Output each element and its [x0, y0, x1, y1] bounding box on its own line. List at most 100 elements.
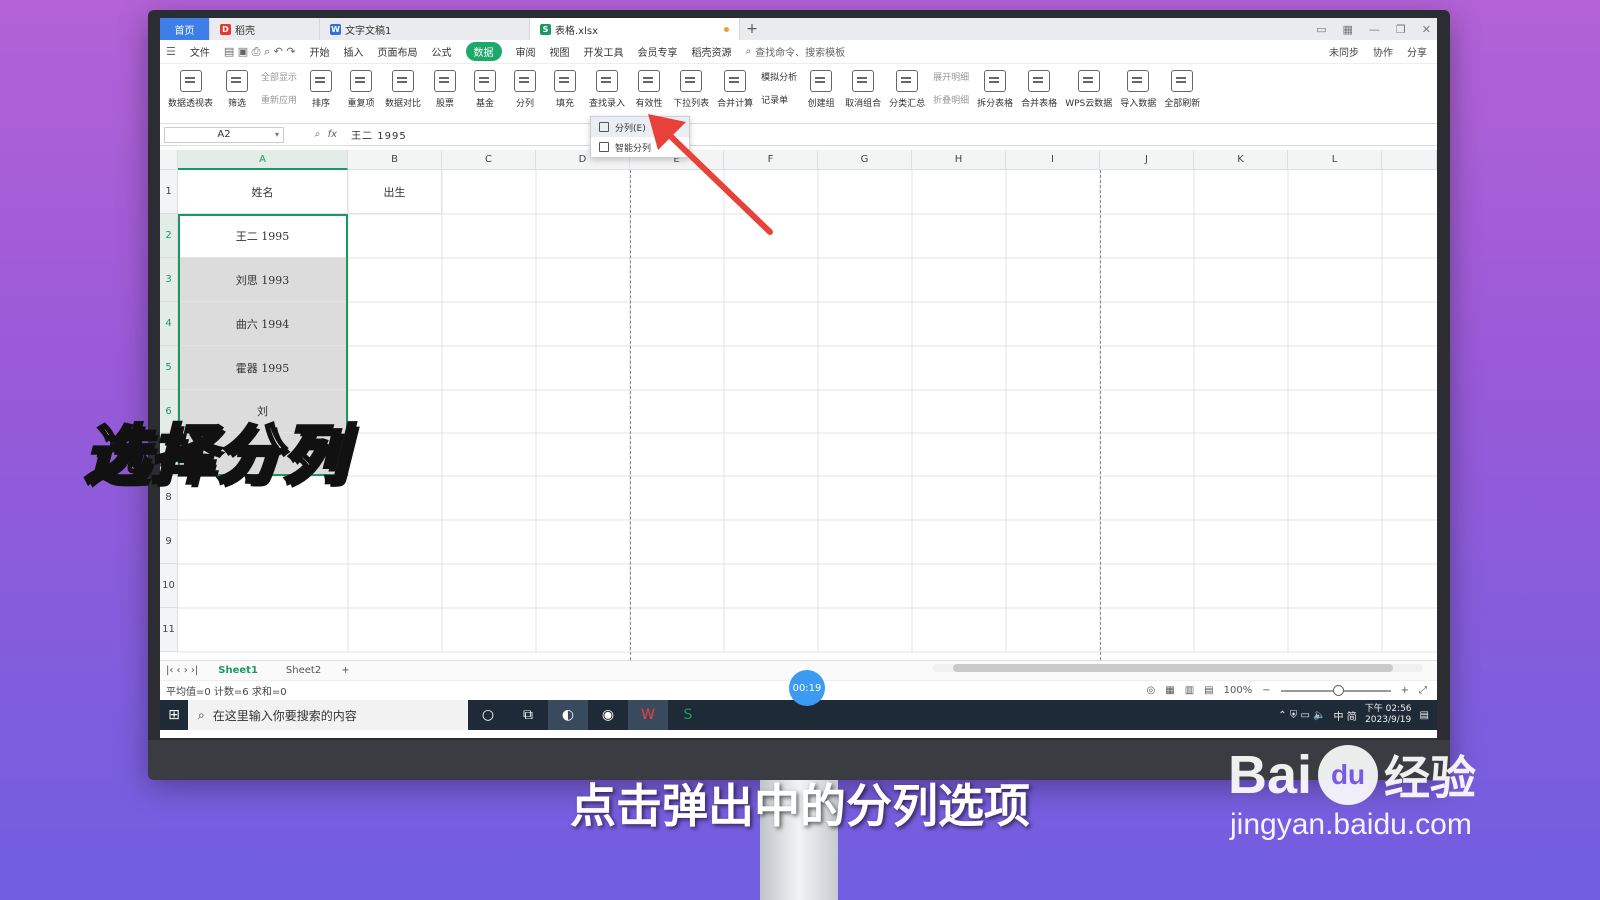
cell-a2[interactable]: 王二 1995: [178, 214, 348, 258]
scrollbar-thumb[interactable]: [953, 664, 1393, 672]
cell-a4[interactable]: 曲六 1994: [178, 302, 348, 346]
fx-button[interactable]: fx: [328, 129, 337, 140]
cell-a1[interactable]: 姓名: [178, 170, 348, 214]
cell-a3[interactable]: 刘思 1993: [178, 258, 348, 302]
filter-button[interactable]: 筛选: [217, 68, 257, 109]
fill-button[interactable]: 填充: [545, 68, 585, 109]
menu-docer-resources[interactable]: 稻壳资源: [692, 44, 732, 59]
consolidate-button[interactable]: 合并计算: [713, 68, 757, 109]
normal-view-icon[interactable]: ▦: [1165, 685, 1174, 696]
row-header-4[interactable]: 4: [160, 302, 178, 346]
row-header-1[interactable]: 1: [160, 170, 178, 214]
collapse-detail-button[interactable]: 折叠明细: [933, 93, 969, 106]
close-icon[interactable]: ✕: [1422, 23, 1431, 36]
column-header-k[interactable]: K: [1194, 150, 1288, 170]
create-group-button[interactable]: 创建组: [801, 68, 841, 109]
select-all-corner[interactable]: [160, 150, 178, 170]
horizontal-scrollbar[interactable]: [933, 664, 1423, 672]
tab-spreadsheet[interactable]: S 表格.xlsx: [530, 18, 740, 40]
expand-detail-button[interactable]: 展开明细: [933, 70, 969, 83]
tray-icons[interactable]: ⌃ ⛨ ▭ 🔈: [1278, 710, 1325, 721]
command-search[interactable]: ⌕ 查找命令、搜索模板: [746, 44, 846, 59]
page-layout-view-icon[interactable]: ▥: [1185, 685, 1194, 696]
qq-browser-icon[interactable]: ◉: [588, 700, 628, 730]
row-header-10[interactable]: 10: [160, 564, 178, 608]
layout-icon[interactable]: ▭: [1316, 23, 1326, 36]
row-header-9[interactable]: 9: [160, 520, 178, 564]
row-header-3[interactable]: 3: [160, 258, 178, 302]
menu-home[interactable]: 开始: [310, 44, 330, 59]
eye-protect-icon[interactable]: ◎: [1147, 685, 1156, 696]
zoom-level[interactable]: 100%: [1224, 685, 1253, 696]
ungroup-button[interactable]: 取消组合: [841, 68, 885, 109]
row-header-2[interactable]: 2: [160, 214, 178, 258]
row-header-11[interactable]: 11: [160, 608, 178, 652]
add-sheet-button[interactable]: +: [341, 665, 349, 676]
column-header-j[interactable]: J: [1100, 150, 1194, 170]
taskbar-search[interactable]: ⌕ 在这里输入你要搜索的内容: [188, 700, 468, 730]
data-compare-button[interactable]: 数据对比: [381, 68, 425, 109]
sheet-tab-sheet2[interactable]: Sheet2: [278, 665, 329, 676]
sheet-tab-sheet1[interactable]: Sheet1: [210, 665, 266, 676]
what-if-button[interactable]: 模拟分析: [761, 70, 797, 83]
quick-access-icons[interactable]: ▤ ▣ ⎙ ⌕ ↶ ↷: [224, 45, 296, 59]
cortana-icon[interactable]: ○: [468, 700, 508, 730]
text-to-columns-button[interactable]: 分列: [505, 68, 545, 109]
pivot-table-button[interactable]: 数据透视表: [164, 68, 217, 109]
zoom-out-button[interactable]: −: [1262, 685, 1270, 696]
sort-button[interactable]: 排序: [301, 68, 341, 109]
dropdown-list-button[interactable]: 下拉列表: [669, 68, 713, 109]
menu-review[interactable]: 审阅: [516, 44, 536, 59]
file-menu[interactable]: 文件: [190, 44, 210, 59]
zoom-slider[interactable]: [1280, 684, 1391, 696]
hamburger-icon[interactable]: ☰: [166, 45, 176, 58]
duplicates-button[interactable]: 重复项: [341, 68, 381, 109]
record-form-button[interactable]: 记录单: [761, 93, 797, 106]
column-header-l[interactable]: L: [1288, 150, 1382, 170]
split-table-button[interactable]: 拆分表格: [973, 68, 1017, 109]
sheet-app-icon[interactable]: S: [668, 700, 708, 730]
page-break-view-icon[interactable]: ▤: [1204, 685, 1213, 696]
import-data-button[interactable]: 导入数据: [1116, 68, 1160, 109]
notification-icon[interactable]: ▤: [1420, 710, 1429, 721]
tab-writer-doc[interactable]: W 文字文稿1: [320, 18, 530, 40]
zoom-in-button[interactable]: +: [1401, 685, 1409, 696]
menu-insert[interactable]: 插入: [344, 44, 364, 59]
share-button[interactable]: 分享: [1407, 44, 1427, 59]
name-box[interactable]: A2: [164, 126, 284, 143]
merge-table-button[interactable]: 合并表格: [1017, 68, 1061, 109]
menu-member[interactable]: 会员专享: [638, 44, 678, 59]
column-header-c[interactable]: C: [442, 150, 536, 170]
wps-icon[interactable]: W: [628, 700, 668, 730]
formula-input[interactable]: 王二 1995: [351, 127, 407, 142]
validation-button[interactable]: 有效性: [629, 68, 669, 109]
cell-b1[interactable]: 出生: [348, 170, 442, 214]
menu-data[interactable]: 数据: [465, 42, 502, 61]
column-header-i[interactable]: I: [1006, 150, 1100, 170]
sheet-nav-arrows[interactable]: |‹ ‹ › ›|: [166, 665, 198, 676]
zoom-formula-icon[interactable]: ⌕: [314, 129, 320, 140]
minimize-icon[interactable]: —: [1369, 23, 1380, 36]
lookup-entry-button[interactable]: 查找录入: [585, 68, 629, 109]
reapply-button[interactable]: 重新应用: [261, 93, 297, 106]
column-header-a[interactable]: A: [178, 150, 348, 170]
clock[interactable]: 下午 02:56 2023/9/19: [1365, 704, 1412, 726]
column-header-g[interactable]: G: [818, 150, 912, 170]
menu-developer[interactable]: 开发工具: [584, 44, 624, 59]
stock-button[interactable]: 股票: [425, 68, 465, 109]
show-all-button[interactable]: 全部显示: [261, 70, 297, 83]
subtotal-button[interactable]: 分类汇总: [885, 68, 929, 109]
row-header-5[interactable]: 5: [160, 346, 178, 390]
grid-apps-icon[interactable]: ▦: [1343, 23, 1353, 36]
new-tab-button[interactable]: +: [740, 18, 764, 40]
column-header-h[interactable]: H: [912, 150, 1006, 170]
collaborate-button[interactable]: 协作: [1373, 44, 1393, 59]
fund-button[interactable]: 基金: [465, 68, 505, 109]
wps-cloud-data-button[interactable]: WPS云数据: [1061, 68, 1116, 109]
menu-formula[interactable]: 公式: [432, 44, 452, 59]
browser-icon[interactable]: ◐: [548, 700, 588, 730]
fullscreen-icon[interactable]: ⤢: [1419, 685, 1427, 696]
tab-docer[interactable]: D 稻壳: [210, 18, 320, 40]
maximize-icon[interactable]: ❐: [1396, 23, 1406, 36]
column-header-b[interactable]: B: [348, 150, 442, 170]
